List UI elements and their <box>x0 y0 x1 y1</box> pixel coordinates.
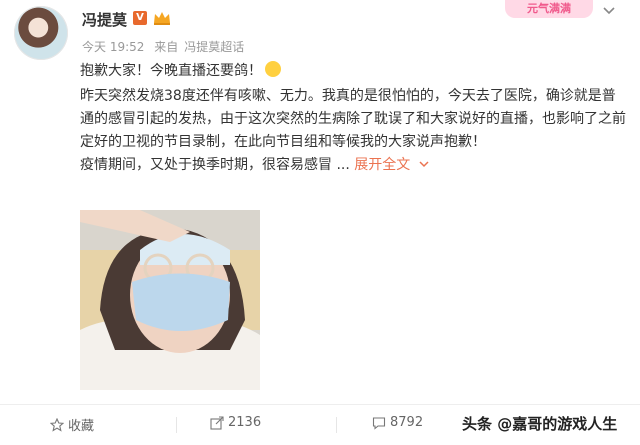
action-separator <box>336 417 337 433</box>
post-time[interactable]: 今天 19:52 <box>82 40 144 54</box>
more-menu-button[interactable] <box>602 4 616 22</box>
comment-count: 8792 <box>390 415 424 430</box>
expand-link[interactable]: 展开全文 <box>354 157 410 173</box>
avatar[interactable] <box>14 6 68 60</box>
source-prefix: 来自 <box>154 40 179 54</box>
chevron-down-icon[interactable] <box>418 158 430 170</box>
watermark: 头条 @嘉哥的游戏人生 <box>462 415 618 433</box>
crown-icon <box>154 12 170 25</box>
top-badge: 元气满满 <box>505 0 593 18</box>
chevron-down-icon <box>603 7 615 15</box>
repost-button[interactable]: 2136 <box>210 415 261 430</box>
post-meta: 今天 19:52 来自 冯提莫超话 <box>82 38 250 55</box>
share-icon <box>210 415 224 430</box>
comment-button[interactable]: 8792 <box>372 415 423 430</box>
content-paragraph-1: 昨天突然发烧38度还伴有咳嗽、无力。我真的是很怕怕的，今天去了医院，确诊就是普通… <box>80 88 626 150</box>
cry-emoji-icon <box>265 61 281 77</box>
post-photo[interactable] <box>80 210 260 390</box>
vip-badge: V <box>133 11 147 25</box>
star-icon <box>50 417 64 432</box>
favorite-button[interactable]: 收藏 <box>50 415 94 434</box>
comment-icon <box>372 416 386 430</box>
author-name[interactable]: 冯提莫 <box>82 9 127 30</box>
ellipsis: ... <box>332 157 355 173</box>
content-line-1: 抱歉大家！今晚直播还要鸽！ <box>80 63 262 79</box>
post-content: 抱歉大家！今晚直播还要鸽！ 昨天突然发烧38度还伴有咳嗽、无力。我真的是很怕怕的… <box>80 60 628 177</box>
source-link[interactable]: 冯提莫超话 <box>184 40 244 54</box>
selfie-photo <box>80 210 260 390</box>
favorite-label: 收藏 <box>68 419 95 434</box>
content-paragraph-2: 疫情期间，又处于换季时期，很容易感冒 <box>80 157 332 173</box>
repost-count: 2136 <box>228 415 262 430</box>
action-separator <box>176 417 177 433</box>
